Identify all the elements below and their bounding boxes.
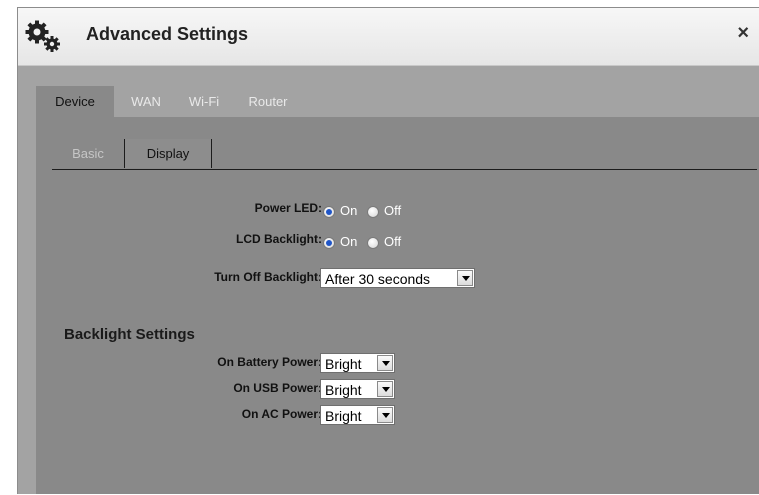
usb-power-value: Bright xyxy=(325,382,362,398)
ac-power-label: On AC Power: xyxy=(241,407,322,421)
lcd-backlight-on-radio[interactable] xyxy=(323,237,335,249)
power-led-on-text: On xyxy=(340,203,358,218)
power-led-label: Power LED: xyxy=(254,201,322,215)
close-button[interactable]: × xyxy=(737,22,749,44)
battery-power-select[interactable]: Bright xyxy=(320,353,395,373)
device-panel: Basic Display Power LED: On Off LCD Back… xyxy=(36,117,759,494)
chevron-down-icon[interactable] xyxy=(377,381,393,397)
usb-power-select[interactable]: Bright xyxy=(320,379,395,399)
chevron-down-icon[interactable] xyxy=(377,407,393,423)
power-led-on-radio[interactable] xyxy=(323,206,335,218)
usb-power-label: On USB Power: xyxy=(233,381,322,395)
advanced-settings-dialog: Advanced Settings × Device WAN Wi-Fi Rou… xyxy=(17,7,759,494)
ac-power-select[interactable]: Bright xyxy=(320,405,395,425)
tab-wan[interactable]: WAN xyxy=(124,86,168,117)
power-led-off-radio[interactable] xyxy=(367,206,379,218)
tab-device[interactable]: Device xyxy=(36,86,114,117)
battery-power-label: On Battery Power: xyxy=(217,355,322,369)
turn-off-backlight-label: Turn Off Backlight: xyxy=(214,270,322,284)
turn-off-backlight-select[interactable]: After 30 seconds xyxy=(320,268,475,288)
lcd-backlight-off-radio[interactable] xyxy=(367,237,379,249)
subtab-display[interactable]: Display xyxy=(124,139,212,168)
sub-tabs: Basic Display xyxy=(52,139,757,169)
lcd-backlight-label: LCD Backlight: xyxy=(235,232,322,246)
dialog-titlebar: Advanced Settings × xyxy=(18,8,759,66)
subtab-basic[interactable]: Basic xyxy=(52,139,124,168)
turn-off-backlight-value: After 30 seconds xyxy=(325,271,431,287)
chevron-down-icon[interactable] xyxy=(457,270,473,286)
lcd-backlight-off-text: Off xyxy=(384,234,402,249)
power-led-off-text: Off xyxy=(384,203,402,218)
lcd-backlight-on-text: On xyxy=(340,234,358,249)
gears-icon xyxy=(25,20,60,52)
subtab-divider xyxy=(52,169,757,170)
backlight-settings-heading: Backlight Settings xyxy=(64,326,195,343)
ac-power-value: Bright xyxy=(325,408,362,424)
battery-power-value: Bright xyxy=(325,356,362,372)
chevron-down-icon[interactable] xyxy=(377,355,393,371)
tab-wifi[interactable]: Wi-Fi xyxy=(178,86,230,117)
tab-router[interactable]: Router xyxy=(240,86,296,117)
dialog-title: Advanced Settings xyxy=(86,24,249,44)
